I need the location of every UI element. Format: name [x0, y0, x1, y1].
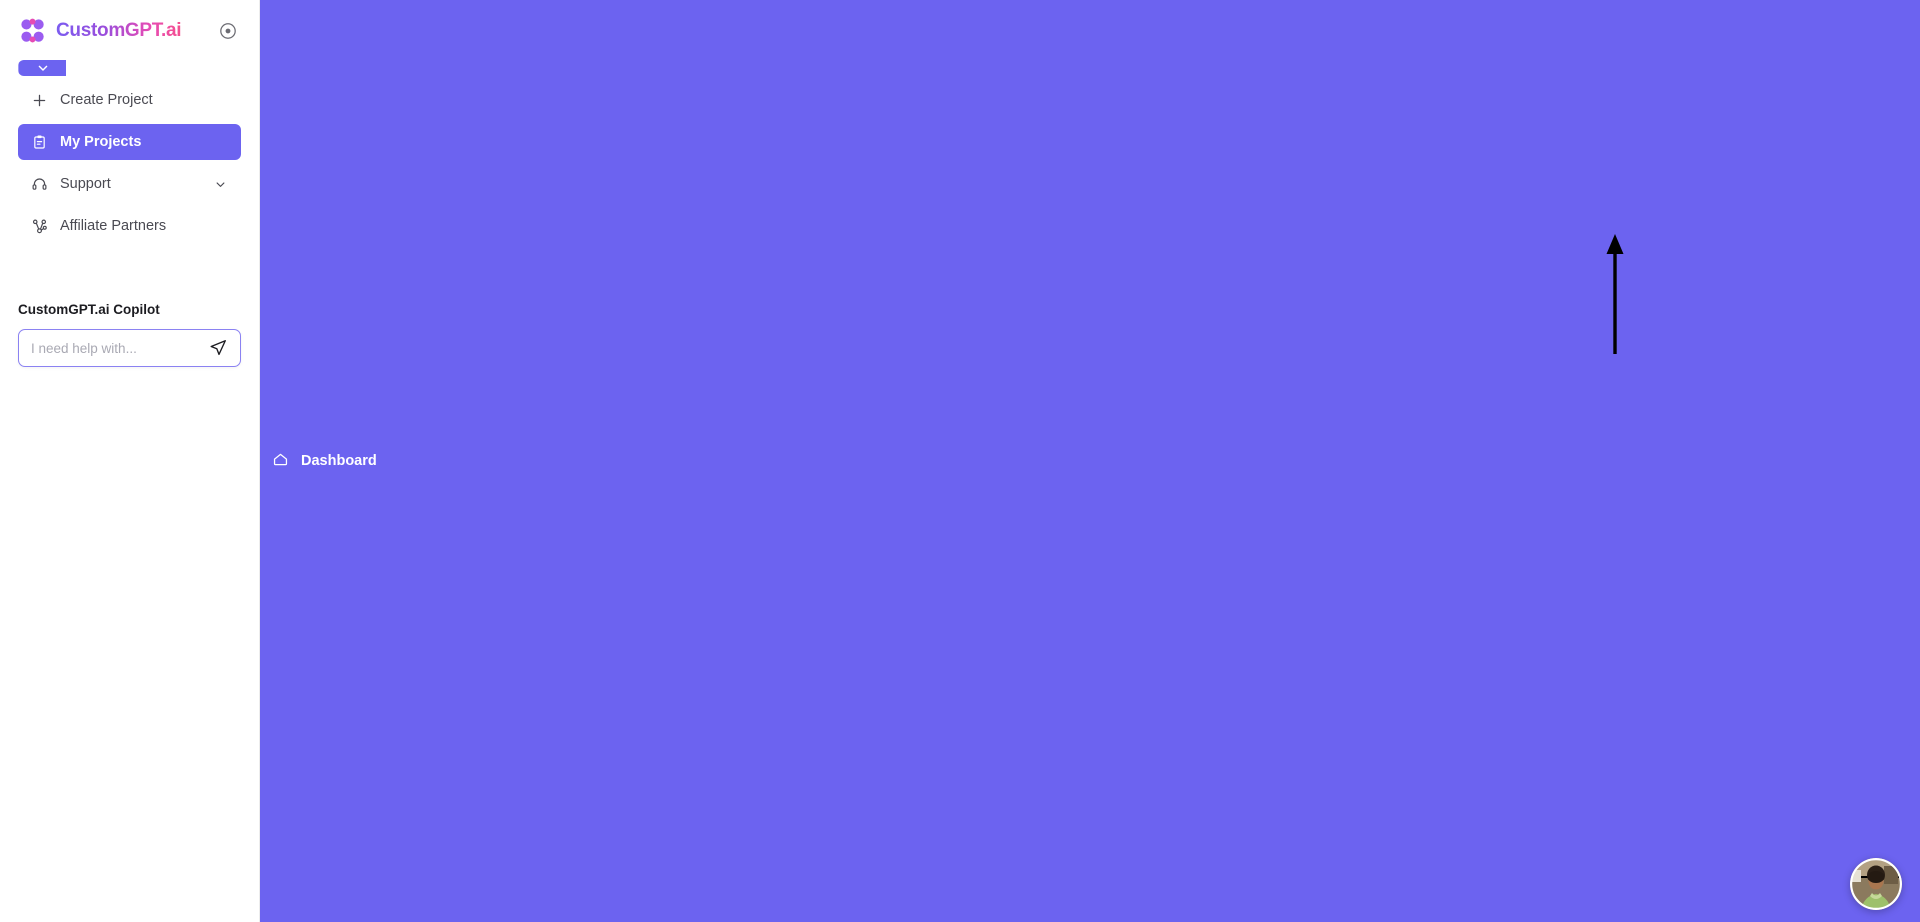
share-nodes-icon — [30, 217, 48, 235]
sidebar-item-support-label: Support — [60, 176, 111, 192]
sidebar-nav: Dashboard Create Project My Projects Sup… — [0, 0, 1920, 922]
clipboard-icon — [30, 133, 48, 151]
chevron-down-icon[interactable] — [211, 175, 229, 193]
support-chat-avatar-widget[interactable] — [1850, 858, 1902, 910]
sidebar-item-affiliate-partners[interactable]: Affiliate Partners — [18, 208, 241, 244]
sidebar-item-dashboard[interactable]: Dashboard — [18, 0, 1920, 922]
plus-icon — [30, 91, 48, 109]
sidebar-item-my-projects-label: My Projects — [60, 134, 142, 150]
sidebar-item-affiliate-partners-label: Affiliate Partners — [60, 218, 167, 234]
customgpt-logo-icon — [18, 16, 48, 46]
chevron-down-icon[interactable] — [18, 60, 66, 76]
sidebar: CustomGPT.ai Dashboard Create Project My… — [0, 0, 1920, 922]
paper-plane-icon[interactable] — [208, 338, 228, 358]
sidebar-item-create-project-label: Create Project — [60, 92, 153, 108]
vertical-scrollbar-thumb[interactable] — [1908, 560, 1913, 746]
copilot-input[interactable] — [31, 340, 208, 356]
brand-row: CustomGPT.ai — [0, 0, 259, 56]
sidebar-item-my-projects[interactable]: My Projects — [18, 124, 241, 160]
copilot-input-box[interactable] — [18, 329, 241, 367]
circle-dot-icon[interactable] — [219, 22, 237, 40]
headset-icon — [30, 175, 48, 193]
brand-name: CustomGPT.ai — [56, 20, 182, 41]
sidebar-item-support[interactable]: Support — [18, 166, 241, 202]
sidebar-item-create-project[interactable]: Create Project — [18, 82, 241, 118]
copilot-title: CustomGPT.ai Copilot — [18, 302, 160, 317]
